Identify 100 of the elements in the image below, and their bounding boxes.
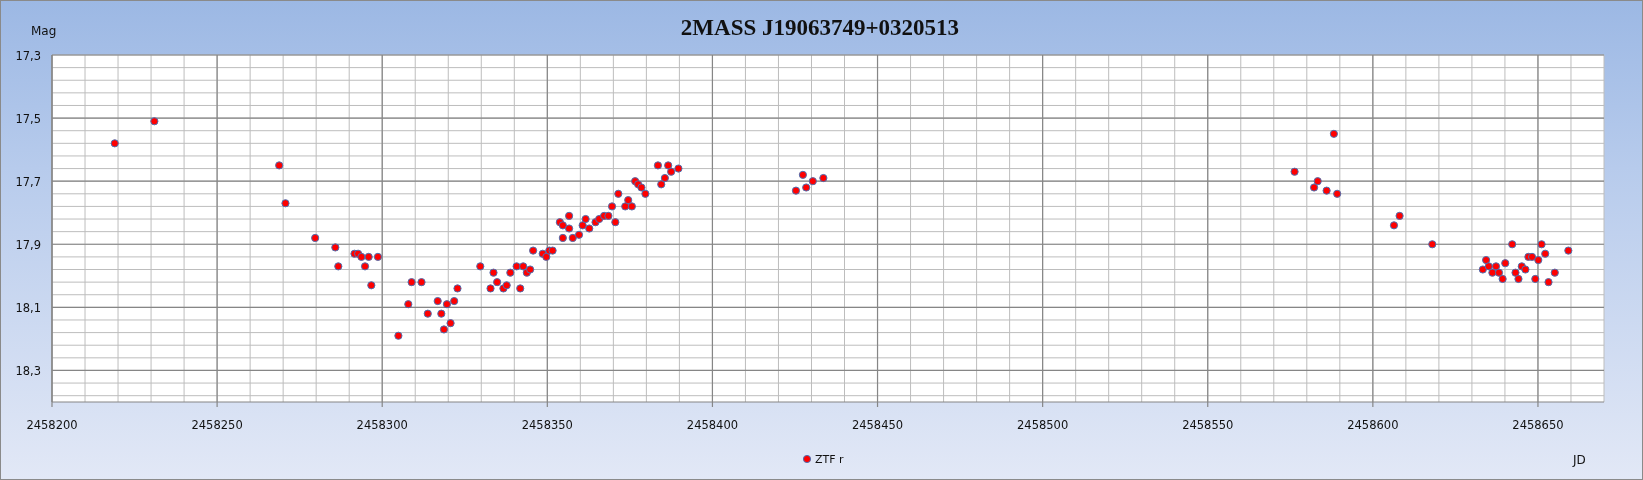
data-point: [1521, 265, 1530, 274]
data-point: [1313, 177, 1322, 186]
data-point: [519, 262, 528, 271]
data-point: [611, 218, 620, 227]
data-point: [1395, 211, 1404, 220]
data-point: [568, 233, 577, 243]
data-point: [1329, 129, 1338, 138]
data-point: [1484, 262, 1493, 271]
chart-title: 2MASS J19063749+0320513: [680, 15, 960, 40]
data-point: [565, 211, 574, 220]
data-point: [657, 180, 666, 189]
data-point: [604, 211, 613, 220]
data-point: [493, 278, 502, 287]
data-point: [581, 214, 590, 224]
data-point: [621, 202, 630, 211]
data-point: [404, 300, 413, 309]
axis-label: Mag: [31, 24, 57, 38]
data-point: [1541, 249, 1550, 258]
data-point: [641, 189, 650, 198]
data-point: [1527, 252, 1537, 261]
data-point: [476, 262, 485, 271]
tick-label: 2458550: [1182, 418, 1234, 432]
tick-label: 2458650: [1512, 418, 1564, 432]
data-point: [502, 281, 511, 290]
data-point: [574, 230, 584, 239]
data-point: [512, 262, 521, 271]
legend-label: ZTF r: [815, 453, 844, 466]
data-point: [1491, 262, 1501, 271]
data-point: [1494, 268, 1504, 277]
data-point: [360, 262, 370, 271]
data-point: [446, 319, 455, 328]
data-point: [808, 177, 817, 186]
data-point: [506, 268, 515, 277]
data-point: [1322, 186, 1331, 195]
data-point: [548, 246, 557, 255]
data-point: [450, 296, 459, 306]
data-point: [674, 164, 683, 173]
tick-label: 2458300: [356, 418, 408, 432]
tick-label: 17,9: [15, 238, 41, 253]
data-point: [624, 196, 633, 205]
tick-label: 18,3: [15, 364, 41, 379]
data-point: [558, 221, 567, 230]
data-point: [798, 170, 807, 179]
data-point: [607, 202, 617, 211]
data-point: [1428, 240, 1437, 249]
data-point: [331, 243, 340, 252]
data-point: [1564, 246, 1573, 255]
tick-label: 17,5: [15, 112, 41, 127]
data-point: [627, 202, 636, 211]
data-point: [110, 139, 119, 148]
data-point: [1290, 167, 1299, 176]
data-point: [1501, 259, 1510, 268]
data-point: [150, 117, 159, 126]
data-point: [357, 252, 366, 261]
data-point: [653, 161, 663, 170]
data-point: [1478, 265, 1487, 274]
tick-label: 2458250: [191, 418, 243, 432]
data-point: [417, 278, 426, 287]
data-point: [1309, 183, 1319, 192]
tick-label: 2458600: [1347, 418, 1399, 432]
data-point: [453, 284, 462, 293]
data-point: [1550, 268, 1559, 277]
data-point: [373, 252, 382, 261]
data-point: [394, 331, 403, 340]
data-point: [486, 284, 495, 293]
tick-label: 2458350: [521, 418, 573, 432]
data-point: [667, 167, 676, 176]
data-point: [367, 281, 376, 290]
tick-label: 2458450: [851, 418, 904, 432]
data-point: [529, 246, 538, 255]
data-point: [1389, 221, 1399, 230]
tick-label: 2458200: [26, 418, 78, 432]
data-point: [1482, 255, 1491, 265]
data-point: [437, 309, 446, 318]
data-point: [1508, 240, 1517, 249]
data-point: [433, 296, 442, 306]
tick-label: 17,3: [15, 49, 41, 63]
axis-label: JD: [1573, 453, 1586, 467]
data-point: [442, 300, 452, 309]
data-point: [334, 262, 343, 271]
data-point: [585, 224, 594, 233]
data-point: [489, 268, 498, 277]
data-point: [516, 284, 525, 293]
data-point: [558, 233, 567, 243]
data-point: [819, 173, 828, 183]
data-point: [660, 173, 669, 183]
data-point: [281, 199, 290, 208]
data-point: [614, 189, 623, 198]
tick-label: 2458500: [1017, 418, 1069, 432]
data-point: [565, 224, 574, 233]
data-point: [1537, 240, 1546, 249]
data-point: [1544, 278, 1553, 287]
data-point: [311, 233, 320, 243]
tick-label: 2458400: [686, 418, 739, 432]
data-point: [791, 186, 801, 195]
data-point: [1333, 189, 1342, 198]
data-point: [664, 161, 673, 170]
data-point: [1531, 274, 1540, 284]
tick-label: 17,7: [15, 175, 41, 190]
data-point: [1514, 274, 1523, 284]
